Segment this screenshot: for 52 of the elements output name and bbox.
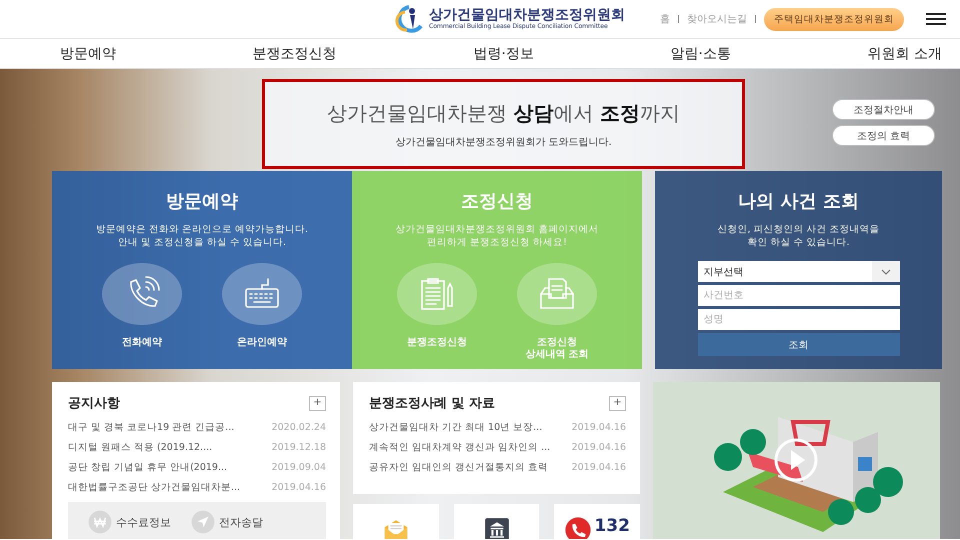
more-button[interactable]: + <box>609 396 626 410</box>
phone-icon <box>564 516 592 539</box>
more-button[interactable]: + <box>309 396 326 410</box>
housing-committee-button[interactable]: 주택임대차분쟁조정위원회 <box>764 8 904 30</box>
card-title: 조정신청 <box>461 190 533 213</box>
panel-title: 공지사항 <box>68 395 120 412</box>
post-date: 2019.04.16 <box>572 421 626 435</box>
logo-icon[interactable] <box>395 4 425 34</box>
input-field[interactable]: 성명 <box>698 309 900 330</box>
post-link[interactable]: 계속적인 임대차계약 갱신과 임차인의 ... <box>369 438 550 458</box>
shortcut-tile[interactable] <box>454 504 540 539</box>
post-date: 2019.09.04 <box>272 461 326 475</box>
menu-icon[interactable] <box>926 13 946 25</box>
won-coin-icon <box>88 510 112 534</box>
input-field[interactable]: 사건번호 <box>698 285 900 306</box>
guide-button[interactable]: 조정절차안내 <box>832 99 935 120</box>
play-icon[interactable] <box>773 437 819 483</box>
post-link[interactable]: 대구 및 경북 코로나19 관련 긴급공... <box>68 418 234 438</box>
banner-subline: 상가건물임대차분쟁조정위원회가 도와드립니다. <box>395 136 612 148</box>
card-title: 나의 사건 조회 <box>738 190 859 213</box>
market-stall-video-drawing[interactable] <box>653 382 940 539</box>
quick-link[interactable]: 수수료정보 <box>88 510 171 534</box>
nav-menu-item[interactable]: 위원회 소개 <box>868 44 942 62</box>
logo-title: 상가건물임대차분쟁조정위원회 <box>429 8 625 23</box>
chevron-down-icon <box>872 261 900 282</box>
bank-building-icon <box>482 516 510 539</box>
post-date: 2019.04.16 <box>572 441 626 455</box>
card-description: 신청인, 피신청인의 사건 조정내역을 확인 하실 수 있습니다. <box>717 223 880 249</box>
nav-menu-item[interactable]: 방문예약 <box>60 44 116 62</box>
branch-select[interactable]: 지부선택 <box>698 261 900 282</box>
nav-menu-item[interactable]: 알림·소통 <box>670 44 731 62</box>
nav-menu-item[interactable]: 분쟁조정신청 <box>252 44 337 62</box>
post-date: 2020.02.24 <box>272 421 326 435</box>
quick-link[interactable]: 전자송달 <box>191 510 263 534</box>
post-date: 2019.04.16 <box>272 481 326 495</box>
shortcut-tile[interactable]: 132 <box>554 504 640 539</box>
panel-title: 분쟁조정사례 및 자료 <box>369 395 496 412</box>
card-description: 방문예약은 전화와 온라인으로 예약가능합니다. 안내 및 조정신청을 하실 수 있습니다. <box>96 223 308 249</box>
post-link[interactable]: 공단 창립 기념일 휴무 안내(2019... <box>68 458 228 478</box>
post-link[interactable]: 대한법률구조공단 상가건물임대차분... <box>68 478 240 498</box>
post-link[interactable]: 공유자인 임대인의 갱신거절통지의 효력 <box>369 458 548 478</box>
post-link[interactable]: 디지털 원패스 적용 (2019.12.... <box>68 438 212 458</box>
post-date: 2019.04.16 <box>572 461 626 475</box>
shortcut-tile[interactable] <box>353 504 439 539</box>
guide-button[interactable]: 조정의 효력 <box>832 125 935 146</box>
card-title: 방문예약 <box>166 190 238 213</box>
lookup-button[interactable]: 조회 <box>698 333 900 356</box>
banner-headline: 상가건물임대차분쟁 상담에서 조정까지 <box>327 100 680 126</box>
post-link[interactable]: 상가건물임대차 기간 최대 10년 보장... <box>369 418 542 438</box>
post-date: 2019.12.18 <box>272 441 326 455</box>
card-description: 상가건물임대차분쟁조정위원회 홈페이지에서 편리하게 분쟁조정신청 하세요! <box>395 223 599 249</box>
nav-menu-item[interactable]: 법령·정보 <box>473 44 534 62</box>
